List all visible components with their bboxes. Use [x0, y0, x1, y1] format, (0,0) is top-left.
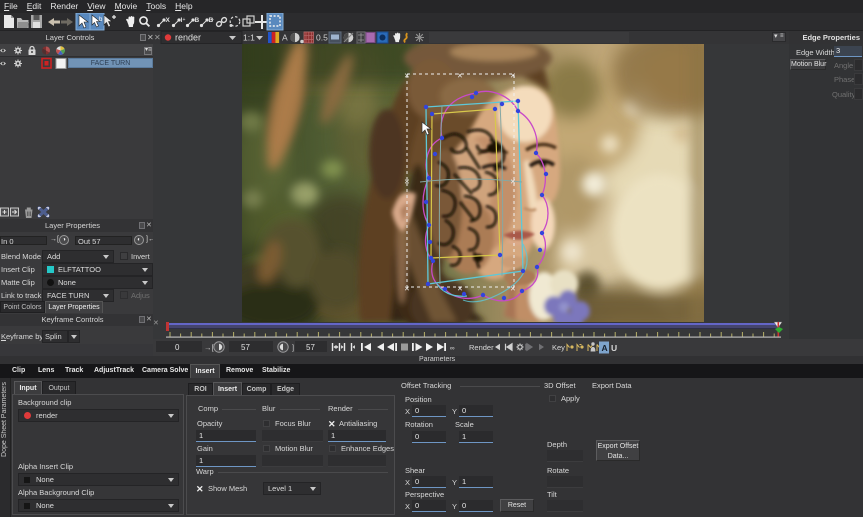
svg-text:0.5: 0.5: [316, 33, 328, 43]
svg-text:Key: Key: [552, 343, 565, 352]
svg-text:B: B: [195, 17, 200, 24]
svg-text:+: +: [183, 17, 186, 23]
svg-text:✕: ✕: [404, 286, 410, 293]
svg-text:✕: ✕: [153, 320, 159, 327]
svg-text:1:1: 1:1: [243, 33, 255, 43]
svg-text:U: U: [611, 343, 617, 353]
svg-text:A: A: [282, 33, 288, 43]
svg-text:✕: ✕: [154, 33, 161, 42]
svg-text:✕: ✕: [510, 73, 516, 80]
svg-text:Render: Render: [469, 343, 494, 352]
svg-text:+: +: [211, 17, 214, 23]
svg-text:✕: ✕: [510, 179, 516, 186]
svg-text:✕: ✕: [510, 286, 516, 293]
svg-text:✕: ✕: [457, 286, 463, 293]
svg-text:→[: →[: [204, 343, 215, 352]
svg-text:0: 0: [175, 343, 180, 352]
svg-text:57: 57: [241, 343, 250, 352]
svg-text:✕: ✕: [404, 73, 410, 80]
svg-text:X: X: [166, 17, 171, 24]
svg-text:✕: ✕: [404, 179, 410, 186]
svg-text:A: A: [602, 343, 608, 353]
svg-text:∞: ∞: [450, 345, 455, 352]
svg-text:✕: ✕: [457, 73, 463, 80]
svg-text:57: 57: [306, 343, 315, 352]
svg-text:render: render: [175, 33, 201, 43]
